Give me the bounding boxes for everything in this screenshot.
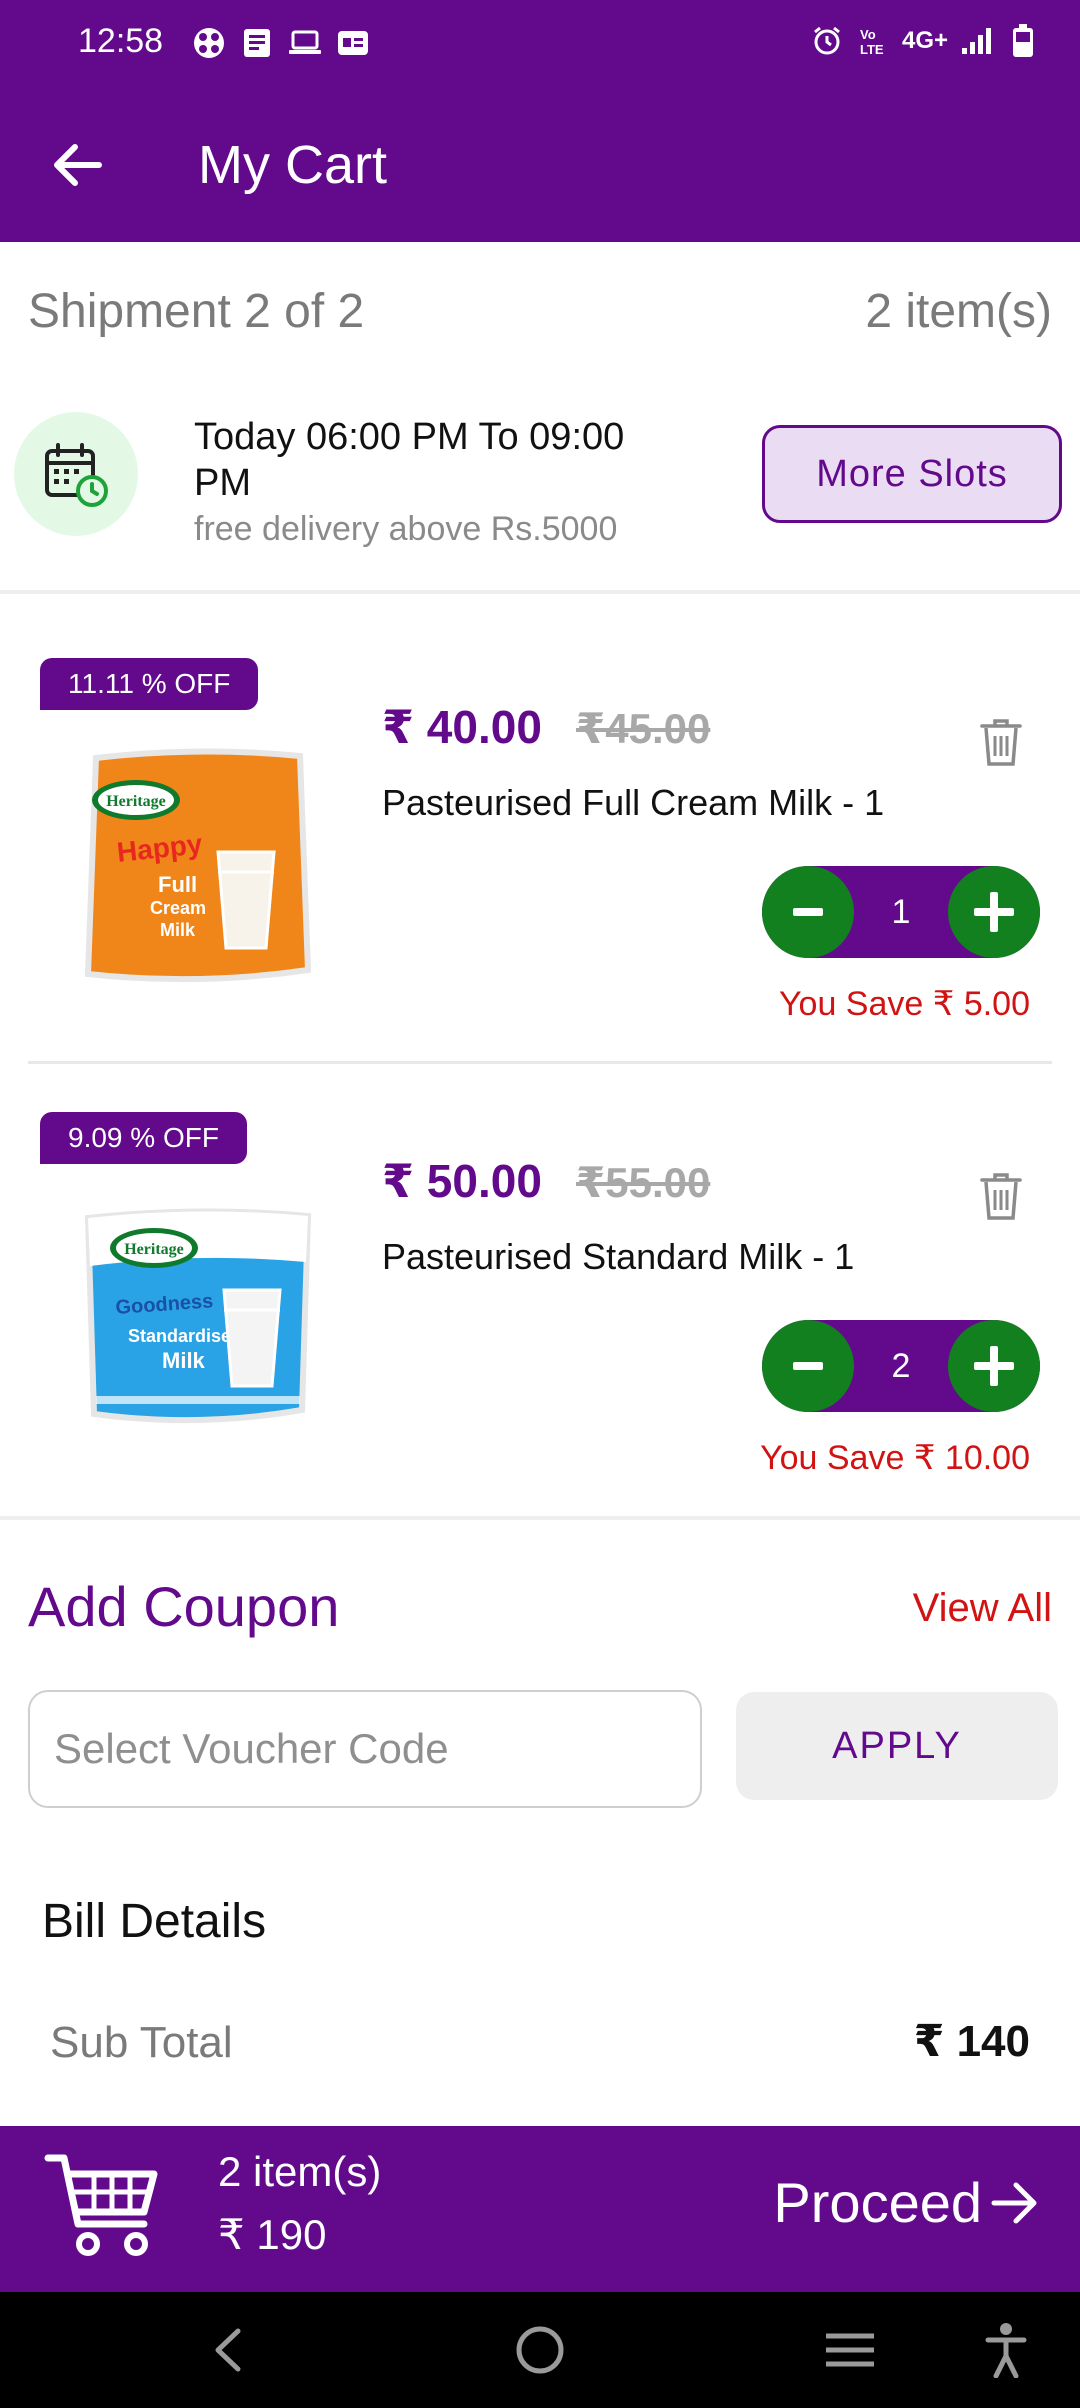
product-image[interactable]: Heritage Happy Full Cream Milk — [78, 742, 318, 992]
nav-home-icon[interactable] — [510, 2320, 570, 2380]
summary-item-count: 2 item(s) — [218, 2148, 382, 2195]
status-bar: 12:58 Vo LTE 4G+ — [0, 0, 1080, 88]
plus-icon — [974, 1346, 1014, 1386]
svg-text:Milk: Milk — [162, 1348, 206, 1373]
subtotal-value: ₹ 140 — [913, 2017, 1030, 2066]
brand-label: Heritage — [124, 1241, 184, 1258]
svg-text:Vo: Vo — [860, 27, 876, 42]
slot-time: Today 06:00 PM To 09:00 PM — [194, 416, 625, 504]
item-divider — [28, 1061, 1052, 1064]
shipment-item-count: 2 item(s) — [865, 285, 1052, 338]
quantity-stepper: 1 — [762, 866, 1040, 958]
discount-badge: 9.09 % OFF — [40, 1112, 247, 1164]
product-mrp: ₹55.00 — [576, 1159, 711, 1206]
status-time: 12:58 — [78, 22, 164, 60]
plus-icon — [974, 892, 1014, 932]
add-coupon-heading: Add Coupon — [28, 1575, 340, 1638]
svg-text:Cream: Cream — [150, 898, 206, 918]
subtotal-label: Sub Total — [50, 2018, 233, 2067]
quantity-value: 2 — [891, 1346, 911, 1385]
product-price: ₹ 40.00 — [382, 701, 542, 753]
svg-text:LTE: LTE — [860, 42, 884, 57]
notes-icon — [240, 26, 274, 60]
increase-quantity-button[interactable] — [948, 866, 1040, 958]
brand-label: Heritage — [106, 793, 166, 810]
quantity-value: 1 — [891, 892, 911, 931]
minus-icon — [793, 908, 823, 916]
bill-details-heading: Bill Details — [42, 1895, 267, 1948]
system-nav-bar — [0, 2292, 1080, 2408]
arrow-left-icon[interactable] — [44, 132, 110, 198]
decrease-quantity-button[interactable] — [762, 1320, 854, 1412]
section-divider — [0, 1516, 1080, 1520]
network-type: 4G+ — [901, 27, 948, 54]
battery-icon — [1006, 24, 1040, 58]
alarm-icon — [810, 24, 844, 58]
product-name[interactable]: Pasteurised Full Cream Milk - 1 — [382, 782, 884, 824]
app-bar: My Cart — [0, 88, 1080, 242]
proceed-label: Proceed — [773, 2171, 982, 2234]
nav-back-icon[interactable] — [198, 2320, 258, 2380]
voucher-code-input[interactable] — [28, 1690, 702, 1808]
signal-icon — [960, 24, 994, 58]
svg-text:Standardised: Standardised — [128, 1326, 242, 1346]
summary-total: ₹ 190 — [218, 2211, 327, 2258]
status-right-icons: Vo LTE 4G+ — [810, 24, 1040, 58]
cart-item: 11.11 % OFF Heritage Happy Full Cream Mi… — [0, 612, 1080, 1064]
decrease-quantity-button[interactable] — [762, 866, 854, 958]
apply-coupon-button[interactable]: APPLY — [736, 1692, 1058, 1800]
product-name[interactable]: Pasteurised Standard Milk - 1 — [382, 1236, 854, 1278]
more-slots-button[interactable]: More Slots — [762, 425, 1062, 523]
product-mrp: ₹45.00 — [576, 705, 711, 752]
laptop-icon — [288, 26, 322, 60]
calendar-clock-icon — [14, 412, 138, 536]
shipment-header: Shipment 2 of 2 2 item(s) — [0, 242, 1080, 392]
accessibility-icon[interactable] — [976, 2320, 1036, 2380]
product-image[interactable]: Heritage Goodness Standardised Milk — [78, 1196, 318, 1446]
status-left-icons — [192, 26, 370, 60]
cart-icon — [44, 2150, 164, 2260]
slot-note: free delivery above Rs.5000 — [194, 510, 618, 548]
trash-icon[interactable] — [978, 1170, 1024, 1222]
arrow-right-icon — [991, 2182, 1037, 2223]
quantity-stepper: 2 — [762, 1320, 1040, 1412]
trash-icon[interactable] — [978, 716, 1024, 768]
volte-icon: Vo LTE — [856, 24, 890, 58]
discount-badge: 11.11 % OFF — [40, 658, 259, 710]
minus-icon — [793, 1362, 823, 1370]
nav-recents-icon[interactable] — [820, 2320, 880, 2380]
cart-item: 9.09 % OFF Heritage Goodness Standardise… — [0, 1066, 1080, 1520]
product-price: ₹ 50.00 — [382, 1155, 542, 1207]
savings-text: You Save ₹ 5.00 — [778, 985, 1030, 1023]
card-icon — [336, 26, 370, 60]
settings-icon — [192, 26, 226, 60]
svg-text:Full: Full — [158, 872, 197, 897]
view-all-coupons-link[interactable]: View All — [913, 1586, 1052, 1631]
svg-text:Milk: Milk — [160, 920, 196, 940]
delivery-slot: Today 06:00 PM To 09:00 PM free delivery… — [0, 392, 1080, 594]
page-title: My Cart — [198, 135, 387, 195]
proceed-button[interactable]: Proceed — [773, 2170, 1040, 2235]
shipment-label: Shipment 2 of 2 — [28, 285, 365, 338]
checkout-bar: 2 item(s) ₹ 190 Proceed — [0, 2126, 1080, 2292]
increase-quantity-button[interactable] — [948, 1320, 1040, 1412]
savings-text: You Save ₹ 10.00 — [760, 1439, 1030, 1477]
